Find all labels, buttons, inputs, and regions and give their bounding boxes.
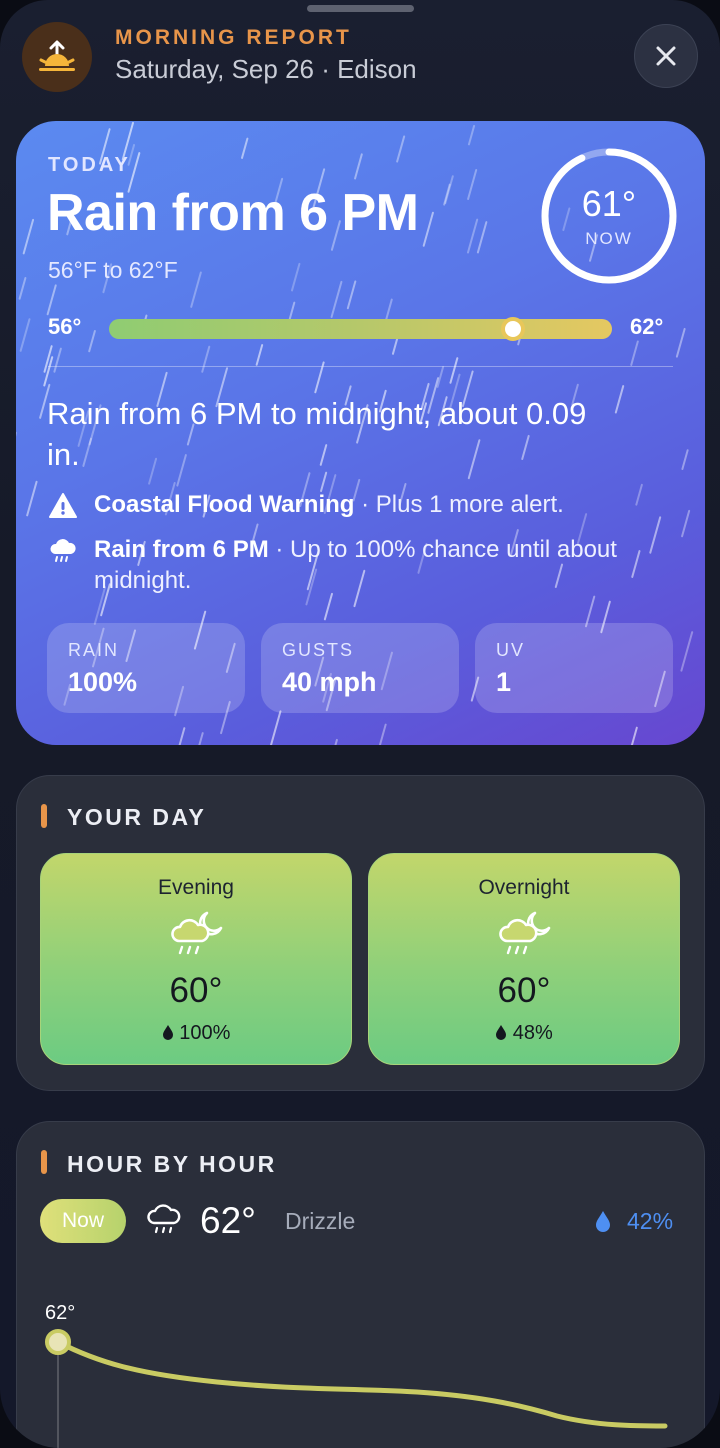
period-overnight[interactable]: Overnight 60° 48% <box>368 853 680 1065</box>
today-headline: Rain from 6 PM <box>47 184 419 242</box>
stat-uv: UV 1 <box>475 623 673 713</box>
period-precip: 48% <box>369 1022 679 1045</box>
stat-gusts: GUSTS 40 mph <box>261 623 459 713</box>
rain-cloud-icon <box>50 539 76 562</box>
your-day-title: YOUR DAY <box>67 804 207 830</box>
current-temp: 61° <box>581 183 637 224</box>
today-label: TODAY <box>48 154 131 176</box>
alert-coastal-flood[interactable]: Coastal Flood Warning · Plus 1 more aler… <box>48 489 658 520</box>
hour-by-hour-title: HOUR BY HOUR <box>67 1151 277 1177</box>
alert-title: Coastal Flood Warning <box>94 491 355 518</box>
report-date-location: Saturday, Sep 26 · Edison <box>115 54 417 84</box>
sunrise-icon <box>22 22 92 92</box>
raindrop-icon <box>496 1025 507 1040</box>
stat-label: GUSTS <box>282 640 355 660</box>
hourly-current-temp: 62° <box>200 1200 256 1241</box>
report-title: MORNING REPORT <box>115 26 352 49</box>
period-precip: 100% <box>41 1022 351 1045</box>
your-day-card: YOUR DAY Evening 60° 100% Overnight 60° <box>16 775 705 1091</box>
hourly-temp-graph <box>45 1329 668 1448</box>
alert-rain[interactable]: Rain from 6 PM · Up to 100% chance until… <box>48 534 658 596</box>
temp-low: 56° <box>48 314 82 339</box>
section-accent <box>41 804 47 828</box>
now-badge: Now <box>40 1199 126 1243</box>
current-temp-marker <box>501 317 525 341</box>
stat-label: RAIN <box>68 640 120 660</box>
stat-value: 1 <box>496 667 512 697</box>
period-precip-value: 48% <box>512 1022 553 1044</box>
period-evening[interactable]: Evening 60° 100% <box>40 853 352 1065</box>
stat-value: 100% <box>68 667 138 697</box>
period-temp: 60° <box>169 971 223 1010</box>
close-button[interactable] <box>634 24 698 88</box>
stat-label: UV <box>496 640 526 660</box>
hour-by-hour-card[interactable]: HOUR BY HOUR Now 62° Drizzle 42% 62° <box>16 1121 705 1448</box>
stat-value: 40 mph <box>282 667 377 697</box>
divider <box>48 366 673 367</box>
rainy-night-icon <box>171 911 223 955</box>
alert-detail: · Plus 1 more alert. <box>354 491 564 518</box>
rain-summary: Rain from 6 PM to midnight, about 0.09 i… <box>47 396 587 472</box>
stat-rain: RAIN 100% <box>47 623 245 713</box>
today-forecast-card[interactable]: TODAY Rain from 6 PM 56°F to 62°F 61° NO… <box>16 121 705 745</box>
close-icon <box>656 46 676 66</box>
raindrop-icon <box>596 1211 610 1232</box>
period-temp: 60° <box>497 971 551 1010</box>
current-temp-label: NOW <box>585 229 633 248</box>
sheet-grabber[interactable] <box>307 5 414 12</box>
raindrop-icon <box>162 1025 173 1040</box>
temp-high: 62° <box>630 314 664 339</box>
drizzle-icon <box>147 1204 181 1234</box>
temp-range-bar <box>109 319 612 339</box>
alert-title: Rain from 6 PM <box>94 536 269 563</box>
warning-icon <box>49 493 77 518</box>
hourly-condition: Drizzle <box>285 1208 356 1234</box>
today-temp-range: 56°F to 62°F <box>48 257 178 283</box>
rainy-night-icon <box>499 911 551 955</box>
morning-report-sheet: MORNING REPORT Saturday, Sep 26 · Edison… <box>0 0 720 1448</box>
period-name: Overnight <box>478 876 570 899</box>
hourly-precip-chance: 42% <box>627 1208 674 1234</box>
period-precip-value: 100% <box>179 1022 231 1044</box>
period-name: Evening <box>158 876 234 899</box>
section-accent <box>41 1150 47 1174</box>
